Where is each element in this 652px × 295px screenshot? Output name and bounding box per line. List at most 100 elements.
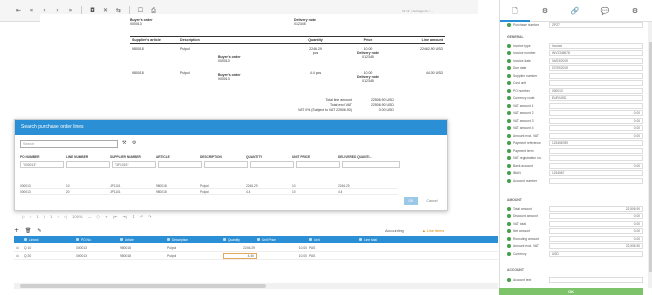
pager-control[interactable]: › — [57, 214, 59, 219]
pager-control[interactable]: ↕ — [132, 214, 135, 219]
status-dot-icon — [507, 229, 511, 233]
field-input[interactable]: Invoice — [549, 42, 643, 49]
dialog-result-row[interactable]: 000013 20 JP1101 980018 Pulpol 4.4 10 4.4 — [20, 189, 398, 195]
dialog-column-filter[interactable] — [296, 161, 340, 168]
field-input[interactable]: 22,506.90 — [549, 243, 643, 249]
grid-horizontal-scrollbar[interactable] — [14, 283, 498, 289]
field-input[interactable]: EUR/USD — [549, 95, 643, 101]
delete-line-icon[interactable]: 🗑 — [25, 228, 31, 234]
pager-control[interactable]: ↷ — [148, 214, 151, 219]
field-input[interactable]: INV2345678 — [549, 50, 643, 56]
dialog-column-filter[interactable] — [158, 161, 202, 168]
pager-control[interactable]: |⇤ — [113, 214, 117, 219]
grid-col-header[interactable]: Unit — [309, 238, 359, 242]
grid-cell[interactable]: 4.40 — [223, 252, 257, 259]
status-dot-icon — [507, 156, 511, 160]
field-input[interactable]: ZPZ7 — [549, 21, 643, 28]
first-page-icon[interactable]: ⇤ — [14, 6, 23, 15]
dialog-col-header[interactable]: SUPPLIER NUMBER — [110, 155, 156, 159]
search-settings-icon[interactable]: ⚒ — [122, 140, 126, 146]
grid-col-label: Line total — [364, 237, 377, 242]
dialog-column-filter[interactable] — [204, 161, 248, 168]
gear-tab-icon[interactable]: ⚙ — [620, 0, 650, 22]
cancel-button[interactable]: Cancel — [422, 197, 442, 205]
dialog-column-filter[interactable] — [66, 161, 110, 168]
pager-control[interactable]: — — [88, 214, 92, 219]
line-items-tab[interactable]: ▲ Line items — [422, 229, 444, 233]
dialog-column-filter[interactable]: "000013" — [20, 161, 64, 168]
field-input[interactable] — [549, 155, 643, 161]
field-input[interactable] — [549, 80, 643, 86]
grid-cell[interactable]: 2246.29 — [223, 246, 257, 250]
grid-col-header[interactable]: Quantity — [223, 238, 257, 242]
field-input[interactable] — [549, 72, 643, 79]
field-input[interactable] — [549, 276, 643, 283]
grid-col-header[interactable]: Line total — [359, 238, 409, 242]
dialog-column-filter[interactable] — [342, 161, 400, 168]
pager-control[interactable]: ○ — [96, 214, 99, 219]
grid-col-header[interactable]: Unit Price — [257, 238, 309, 242]
field-input[interactable]: 0.00 — [549, 228, 643, 234]
pager-control[interactable]: |‹ — [22, 214, 25, 219]
back-icon[interactable]: « — [27, 6, 36, 15]
field-input[interactable]: 0.00 — [549, 110, 643, 116]
ok-button[interactable]: OK — [404, 197, 418, 205]
search-input[interactable]: Search — [20, 140, 118, 148]
link-tab-icon[interactable]: 🔗 — [560, 0, 590, 22]
field-input[interactable]: USD — [549, 250, 643, 257]
field-input[interactable] — [549, 102, 643, 109]
line-article: 980018 — [132, 71, 144, 75]
dialog-column-filter[interactable]: "3F1015" — [112, 161, 156, 168]
dialog-column-filter[interactable] — [250, 161, 294, 168]
field-input[interactable] — [549, 147, 643, 154]
dialog-col-header[interactable]: DELIVERED QUANTI... — [338, 155, 398, 159]
pager-control[interactable]: ↶ — [140, 214, 143, 219]
panel-ok-button[interactable]: OK — [499, 288, 643, 295]
scroll-thumb[interactable] — [20, 284, 266, 288]
edit-line-icon[interactable]: ✎ — [37, 228, 41, 234]
gear-icon[interactable]: ⚙ — [132, 140, 136, 146]
field-input[interactable]: 04/03/2019 — [549, 57, 643, 64]
grid-col-header[interactable]: Linked — [24, 238, 76, 242]
pager-control[interactable]: 1 — [36, 214, 38, 219]
comments-tab-icon[interactable]: 💬 — [590, 0, 620, 22]
line-item-row[interactable]: ⊙ Q 20 000013 980018 Pulpol 4.40 10.00 PAS — [14, 252, 498, 260]
field-input[interactable]: 123456789 — [549, 140, 643, 146]
line-item-row[interactable]: ⊙ Q 10 000013 980018 Pulpol 2246.29 10.00 PAS — [14, 244, 498, 252]
field-input[interactable] — [549, 177, 643, 184]
accounting-tab[interactable]: Accounting — [385, 229, 404, 233]
field-input[interactable]: 0.00 — [549, 117, 643, 124]
pager-control[interactable]: + — [105, 214, 108, 219]
field-input[interactable]: 1234567 — [549, 170, 643, 176]
dialog-col-header[interactable]: UNIT PRICE — [292, 155, 338, 159]
dialog-col-header[interactable]: QUANTITY — [246, 155, 292, 159]
add-line-icon[interactable]: + — [14, 227, 19, 234]
pager-control[interactable]: ‹ — [30, 214, 32, 219]
grid-col-header[interactable]: Description — [167, 238, 223, 242]
settings-tab-icon[interactable]: ⚙ — [530, 0, 560, 22]
pager-control[interactable]: 1 — [50, 214, 52, 219]
field-input[interactable]: 0.00 — [549, 213, 643, 219]
pager-control[interactable]: / — [44, 214, 45, 219]
pager-control[interactable]: ›| — [64, 214, 67, 219]
field-input[interactable]: 0.00 — [549, 235, 643, 242]
field-input[interactable]: 0.00 — [549, 162, 643, 169]
panel-scrollbar[interactable] — [648, 22, 652, 288]
dialog-col-header[interactable]: LINE NUMBER — [66, 155, 110, 159]
field-input[interactable]: 07/29/2019 — [549, 65, 643, 71]
field-input[interactable]: 0.00 — [549, 125, 643, 131]
dialog-col-header[interactable]: PO NUMBER — [20, 155, 66, 159]
dialog-col-header[interactable]: ARTICLE — [156, 155, 200, 159]
document-tab-icon[interactable]: 🗋 — [500, 0, 530, 22]
field-row: Bank account 0.00 — [507, 162, 643, 169]
pager-control[interactable]: ⇥| — [122, 214, 126, 219]
field-input[interactable]: 0.00 — [549, 220, 643, 227]
field-input[interactable]: 000013 — [549, 87, 643, 94]
grid-col-header[interactable]: Article — [120, 238, 167, 242]
field-input[interactable]: 0.00 — [549, 132, 643, 139]
pager-control[interactable]: 100% — [72, 214, 83, 219]
field-input[interactable]: 22,506.90 — [549, 205, 643, 212]
grid-col-header[interactable]: PO No. — [76, 238, 120, 242]
field-row: Cost unit — [507, 80, 643, 87]
dialog-col-header[interactable]: DESCRIPTION — [200, 155, 246, 159]
